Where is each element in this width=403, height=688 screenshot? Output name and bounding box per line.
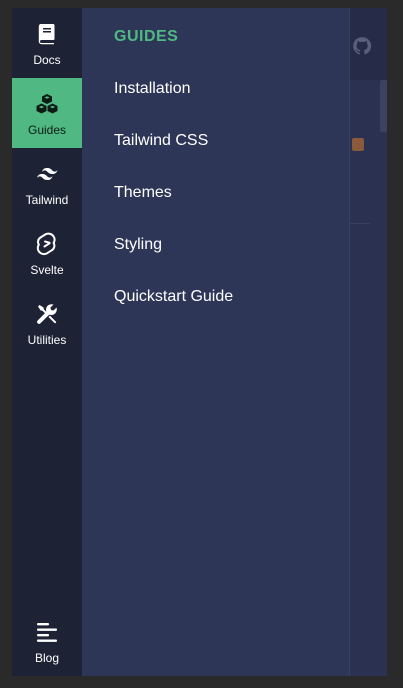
drawer-link-themes[interactable]: Themes	[114, 184, 172, 202]
app-frame: Docs Guides Tailwind Svelte Utilities Bl…	[12, 8, 387, 676]
rss-icon	[352, 138, 364, 151]
drawer-title: GUIDES	[114, 28, 179, 45]
guides-drawer: GUIDES Installation Tailwind CSS Themes …	[82, 8, 349, 676]
rail-item-docs[interactable]: Docs	[12, 8, 82, 78]
tailwind-icon	[37, 168, 58, 180]
rail-item-guides[interactable]: Guides	[12, 78, 82, 148]
rail-item-label: Docs	[33, 53, 61, 67]
cubes-icon	[36, 94, 58, 114]
github-icon	[353, 37, 372, 55]
rail-item-label: Tailwind	[25, 193, 69, 207]
rail-item-label: Guides	[27, 123, 67, 137]
book-icon	[38, 24, 55, 45]
background-scrollbar	[380, 80, 387, 132]
svelte-icon	[36, 232, 56, 256]
rail-item-label: Svelte	[30, 263, 64, 277]
drawer-link-quickstart-guide[interactable]: Quickstart Guide	[114, 288, 233, 306]
nav-rail: Docs Guides Tailwind Svelte Utilities Bl…	[12, 8, 82, 676]
drawer-link-installation[interactable]: Installation	[114, 80, 191, 98]
rail-item-tailwind[interactable]: Tailwind	[12, 148, 82, 218]
drawer-link-tailwind-css[interactable]: Tailwind CSS	[114, 132, 208, 150]
rail-item-svelte[interactable]: Svelte	[12, 218, 82, 288]
rail-item-label: Blog	[34, 651, 60, 665]
rail-item-utilities[interactable]: Utilities	[12, 288, 82, 358]
drawer-link-styling[interactable]: Styling	[114, 236, 162, 254]
background-divider	[350, 223, 370, 224]
rail-item-blog[interactable]: Blog	[12, 606, 82, 676]
bars-icon	[37, 623, 57, 642]
rail-item-label: Utilities	[27, 333, 67, 347]
tools-icon	[37, 304, 57, 324]
background-page	[349, 8, 387, 676]
background-header	[350, 8, 387, 80]
